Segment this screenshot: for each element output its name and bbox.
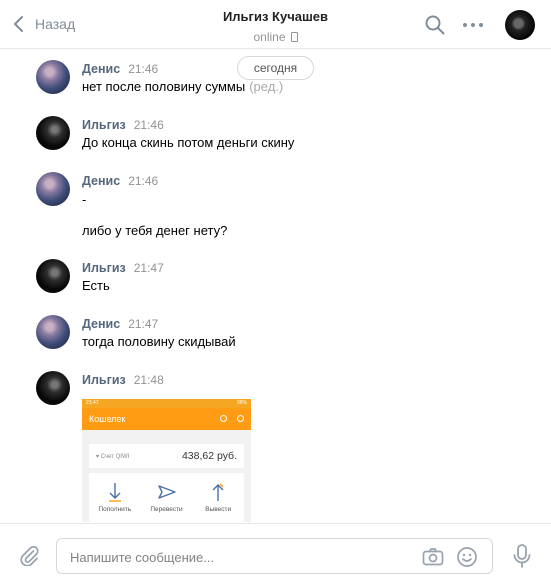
wallet-balance: 438,62 руб. [181,450,237,462]
date-divider: сегодня [237,56,314,80]
microphone-icon[interactable] [512,543,532,569]
send-icon [157,485,176,499]
arrow-down-icon [108,483,121,502]
message-header: Денис 21:46 [82,60,158,78]
mobile-phone-icon [290,32,298,42]
camera-icon[interactable] [421,545,445,569]
message-time: 21:46 [128,174,159,188]
avatar[interactable] [36,172,70,206]
message-time: 21:46 [128,62,159,76]
back-button[interactable]: Назад [12,13,75,35]
avatar[interactable] [36,60,70,94]
smile-icon[interactable] [455,545,479,569]
online-status-label: online [253,30,286,44]
message-text: - [82,192,87,207]
author-name[interactable]: Ильгиз [82,261,126,275]
avatar[interactable] [36,259,70,293]
wallet-actions: Пополнить Перевести Вывести [89,473,244,522]
wallet-action-withdraw: Вывести [192,473,244,522]
wallet-action-label: Пополнить [98,506,132,513]
photo-attachment[interactable]: 23:47 98% Кошелек ▾ Счет QIWI 438,62 руб… [82,399,251,522]
chevron-left-icon [14,16,23,32]
avatar[interactable] [36,371,70,405]
wallet-account-label: ▾ Счет QIWI [96,453,130,460]
avatar[interactable] [36,116,70,150]
author-name[interactable]: Ильгиз [82,118,126,132]
message-line: нет после половину суммы [82,79,246,94]
message-input[interactable]: Напишите сообщение... [56,538,493,574]
message-text: тогда половину скидывай [82,334,236,349]
edited-marker: (ред.) [249,79,284,94]
author-name[interactable]: Денис [82,62,120,76]
wallet-bar-icons [210,414,244,424]
wallet-action-topup: Пополнить [89,473,141,522]
profile-icon [237,415,244,422]
message-input-placeholder: Напишите сообщение... [70,550,215,565]
wallet-title: Кошелек [89,414,126,424]
paperclip-icon[interactable] [18,544,40,566]
author-name[interactable]: Денис [82,174,120,188]
message-text: нет после половину суммы (ред.) [82,79,283,94]
chat-avatar[interactable] [505,10,535,40]
message-text: До конца скинь потом деньги скину [82,135,295,150]
message-header: Ильгиз 21:47 [82,259,164,277]
wallet-balance-card: ▾ Счет QIWI 438,62 руб. [89,444,244,468]
message-time: 21:47 [133,261,164,275]
wallet-action-transfer: Перевести [141,473,193,522]
message-text: Есть [82,278,110,293]
message-header: Денис 21:46 [82,172,158,190]
phone-status-bar: 23:47 98% [82,399,251,408]
arrow-up-icon [212,483,224,501]
author-name[interactable]: Ильгиз [82,373,126,387]
back-label: Назад [35,16,76,32]
message-text: либо у тебя денег нету? [82,223,228,238]
author-name[interactable]: Денис [82,317,120,331]
wallet-action-label: Перевести [150,506,183,513]
message-time: 21:46 [133,118,164,132]
message-time: 21:47 [128,317,159,331]
more-horizontal-icon[interactable] [462,14,484,36]
message-header: Денис 21:47 [82,315,158,333]
message-header: Ильгиз 21:48 [82,371,164,389]
wallet-app-bar: Кошелек [82,408,251,430]
wallet-account-name: Счет QIWI [100,453,130,460]
message-header: Ильгиз 21:46 [82,116,164,134]
wallet-action-label: Вывести [205,506,232,513]
avatar[interactable] [36,315,70,349]
chat-header: Назад Ильгиз Кучашев online [0,0,551,49]
phone-status-battery: 98% [236,400,247,406]
message-composer: Напишите сообщение... [0,523,551,582]
phone-status-time: 23:47 [86,400,99,406]
search-icon[interactable] [424,14,446,36]
message-history[interactable]: сегодня Денис 21:46 нет после половину су… [0,50,551,522]
online-status: online [253,30,298,44]
message-time: 21:48 [133,373,164,387]
search-icon [220,415,227,422]
